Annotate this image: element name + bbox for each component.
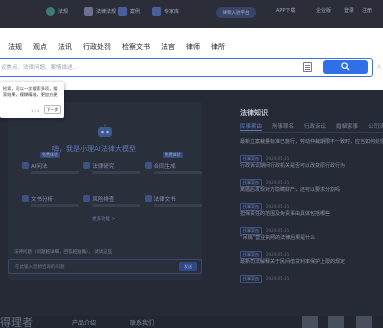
contact-us-link[interactable]: 联系我们 [130, 318, 154, 327]
tool-legal-research[interactable]: 法律研究 [83, 157, 141, 181]
knowledge-title: 法律知识 [240, 109, 268, 117]
free-badge: 免费体验 [40, 152, 60, 158]
lawyer-join-pill[interactable]: 律师入驻平台 [216, 7, 256, 18]
article-item[interactable]: 最新立案裁量标准已施行，劳动仲裁期限不一致时，应当如何处理 民事案由 2024-0… [240, 138, 383, 163]
tool-description [92, 171, 141, 174]
register-link[interactable]: 注册 [362, 7, 372, 14]
article-time: 2024-05-21 [266, 276, 290, 281]
article-time: 2024-05-21 [266, 228, 290, 233]
search-button[interactable] [323, 60, 368, 74]
free-badge: 免费体验 [162, 152, 183, 158]
tab-prosecution-docs[interactable]: 检察文书 [122, 42, 150, 52]
search-icon [341, 62, 350, 71]
top-item-laws[interactable]: 法律法规 [84, 7, 116, 16]
assistant-title: 嗨，我是小理AI法律大模型 [52, 145, 136, 153]
tab-law-firms[interactable]: 律所 [211, 42, 225, 52]
product-intro-link[interactable]: 产品介绍 [72, 318, 96, 327]
tool-description [31, 204, 79, 207]
tool-grid: 免费体验 AI问法 法律研究 免费体验 合同生成 文书分析 风险排查 法律文书 [22, 152, 202, 214]
tool-contract-gen[interactable]: 免费体验 合同生成 [145, 152, 202, 181]
case-icon [118, 7, 127, 16]
expert-icon [152, 7, 161, 16]
article-item[interactable]: 行政诉讼期间行政机关是否可以改变原行政行为 民事案由 2024-05-21 [240, 162, 383, 187]
side-label: A [377, 64, 382, 71]
article-time: 2024-05-21 [266, 180, 290, 185]
onboarding-tooltip: 检索，可以一次搜索多项，搜索结果，模糊精准，更加方便 1 / 2 下一步 [0, 82, 64, 118]
article-time: 2024-05-21 [266, 204, 290, 209]
top-item-experts[interactable]: 专家库 [152, 7, 179, 16]
search-box[interactable]: 议焦点、法律问题、案情描述... [0, 58, 373, 77]
divider [240, 132, 383, 133]
top-item-cases[interactable]: 案例 [118, 7, 140, 16]
main-content: 嗨，我是小理AI法律大模型 免费体验 AI问法 法律研究 免费体验 合同生成 文… [0, 90, 383, 316]
tool-doc-analysis[interactable]: 文书分析 [22, 190, 79, 214]
nav-tabs: 法规 观点 法讯 行政处罚 检察文书 法官 律师 律所 [0, 42, 225, 52]
category-company[interactable]: 公司法 [368, 122, 383, 131]
category-family[interactable]: 婚姻家事 [336, 122, 358, 131]
tool-description [31, 171, 79, 174]
send-button[interactable]: 发送 [179, 262, 197, 271]
chat-input[interactable]: 在此输入您想咨询的问题 [15, 264, 65, 270]
category-civil[interactable]: 民事案由 [240, 122, 263, 131]
qr-code-icon [302, 316, 318, 328]
tab-admin-penalty[interactable]: 行政处罚 [83, 42, 111, 52]
tooltip-text: 检索，可以一次搜索多项，搜索结果，模糊精准，更加方便 [3, 86, 58, 97]
chat-input-box[interactable]: 在此输入您想咨询的问题 发送 [8, 259, 202, 274]
tooltip-step: 1 / 2 [31, 108, 40, 113]
tab-opinions[interactable]: 观点 [33, 42, 47, 52]
article-item[interactable]: 担保责任的范围及免责事由具体包括哪些 民事案由 2024-05-21 [240, 210, 383, 235]
category-administrative[interactable]: 行政诉讼 [304, 122, 326, 131]
search-input[interactable]: 议焦点、法律问题、案情描述... [1, 63, 78, 71]
footer-logo: 得理者 [0, 316, 33, 328]
ai-assistant-card: 嗨，我是小理AI法律大模型 免费体验 AI问法 法律研究 免费体验 合同生成 文… [8, 102, 202, 280]
top-item-regulations[interactable]: 法规 [46, 7, 68, 16]
tool-description [153, 204, 202, 207]
tool-risk-check[interactable]: 风险排查 [83, 190, 141, 214]
knowledge-categories: 民事案由 刑事罪名 行政诉讼 婚姻家事 公司法 [240, 122, 383, 131]
chat-hint: 法律问题（问题越详细，回答越准确）， 试试这些 [14, 250, 113, 255]
article-time: 2024-05-21 [266, 252, 290, 257]
tab-legal-news[interactable]: 法讯 [58, 42, 72, 52]
robot-icon [98, 124, 112, 137]
article-time: 2024-05-21 [266, 156, 290, 161]
footer: 得理者 产品介绍 联系我们 [0, 316, 383, 328]
enterprise-link[interactable]: 企业版 [316, 7, 331, 14]
tool-ai-ask[interactable]: 免费体验 AI问法 [22, 152, 79, 181]
tool-legal-docs[interactable]: 法律文书 [145, 190, 202, 214]
document-upload-icon[interactable] [303, 62, 312, 72]
login-link[interactable]: 登录 [344, 7, 354, 14]
qr-code-icon [328, 316, 344, 328]
tool-description [92, 204, 141, 207]
article-item[interactable]: 最新司法解释关于民间借贷利率保护上限的规定 民事案由 2024-05-21 [240, 258, 383, 283]
book-icon [84, 7, 93, 16]
article-tag: 民事案由 [240, 275, 262, 283]
top-bar: 法规 法律法规 案例 专家库 律师入驻平台 APP下载 企业版 登录 注册 [0, 0, 383, 28]
tab-regulations[interactable]: 法规 [8, 42, 22, 52]
next-step-button[interactable]: 下一步 [44, 105, 61, 114]
category-criminal[interactable]: 刑事罪名 [272, 122, 294, 131]
green-circle-icon [46, 7, 55, 16]
tab-judges[interactable]: 法官 [161, 42, 175, 52]
knowledge-panel: 法律知识 民事案由 刑事罪名 行政诉讼 婚姻家事 公司法 最新立案裁量标准已施行… [232, 102, 383, 283]
article-item[interactable]: “吊销”营业执照的法律后果是什么 民事案由 2024-05-21 [240, 234, 383, 259]
tab-lawyers[interactable]: 律师 [186, 42, 200, 52]
article-item[interactable]: 离婚后发现对方隐瞒财产，还可以要求分割吗 民事案由 2024-05-21 [240, 186, 383, 211]
tool-description [153, 171, 202, 174]
more-features-link[interactable]: 更多功能 > [92, 216, 115, 222]
app-download-link[interactable]: APP下载 [276, 7, 295, 14]
qr-code-icon [356, 316, 372, 328]
